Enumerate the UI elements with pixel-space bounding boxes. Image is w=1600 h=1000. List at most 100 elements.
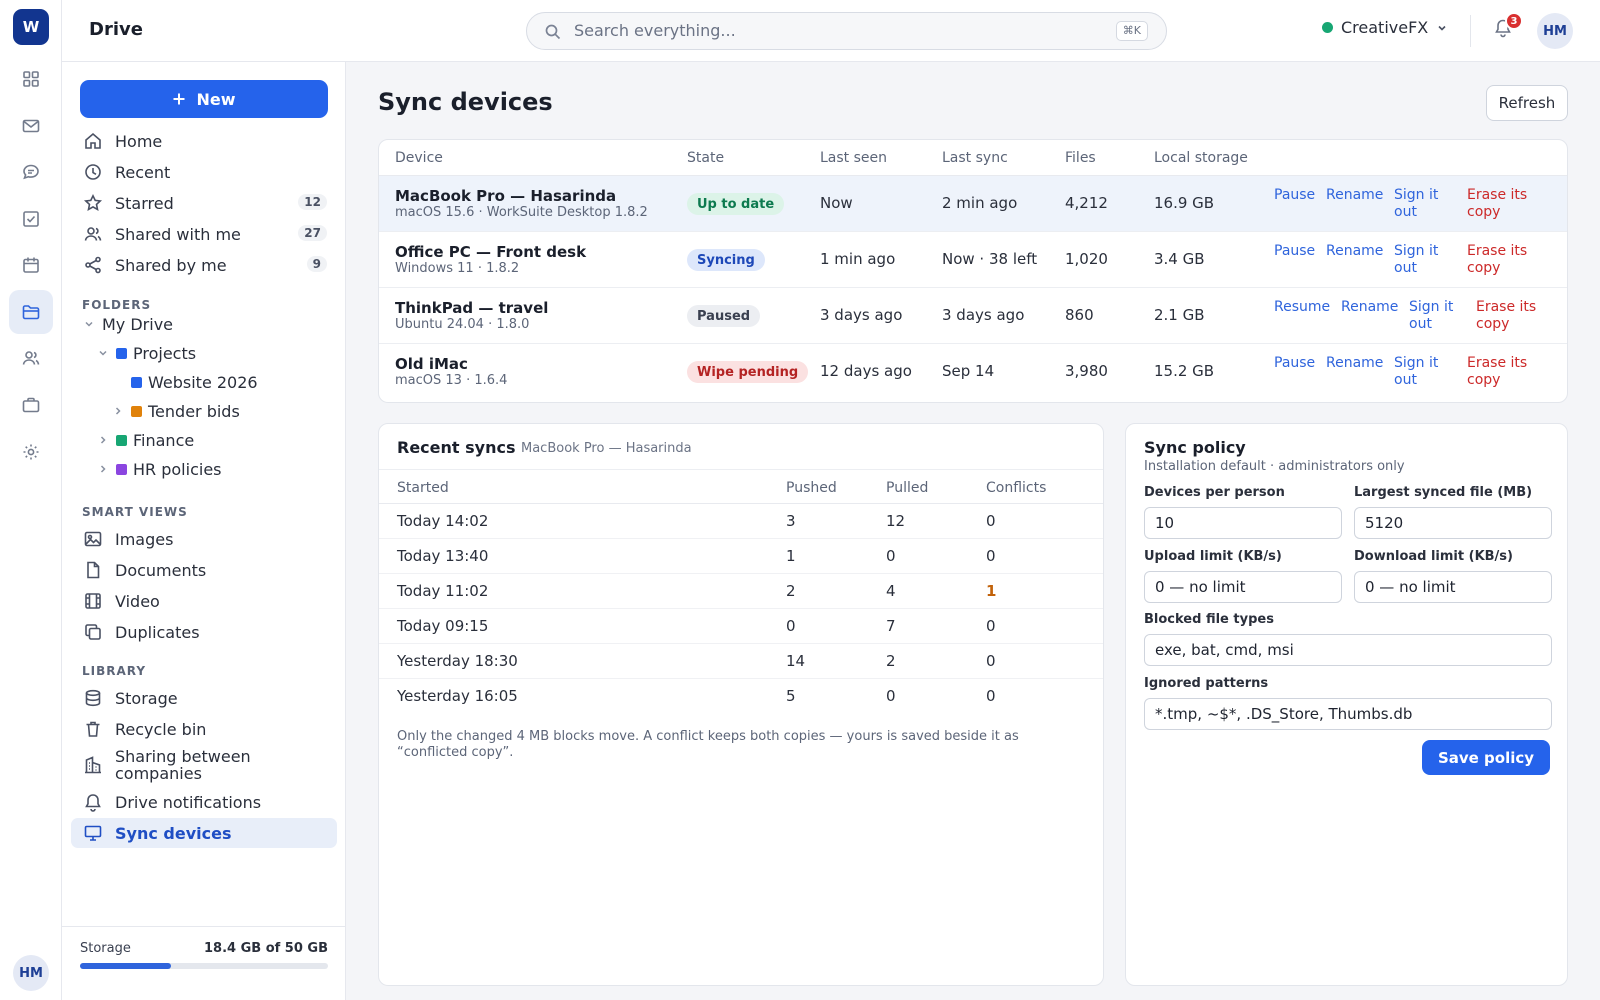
- rename-button[interactable]: Rename: [1326, 187, 1383, 204]
- sync-conflicts: 0: [986, 512, 996, 530]
- chevron-right-icon[interactable]: [111, 404, 125, 418]
- folder-website-2026[interactable]: Website 2026: [131, 370, 258, 394]
- search-icon: [544, 23, 562, 41]
- resume-button[interactable]: Resume: [1274, 299, 1330, 316]
- largest-file-field[interactable]: 5120: [1354, 507, 1552, 539]
- table-row: Today 14:02 3 12 0: [379, 504, 1103, 539]
- devices-per-person-field[interactable]: 10: [1144, 507, 1342, 539]
- pause-button[interactable]: Pause: [1274, 243, 1315, 260]
- count-badge: 9: [306, 256, 327, 272]
- sign-out-button[interactable]: Sign it out: [1394, 243, 1452, 277]
- chevron-right-icon[interactable]: [96, 433, 110, 447]
- table-header: Device State Last seen Last sync Files L…: [379, 140, 1567, 176]
- sidebar-item-duplicates[interactable]: Duplicates: [71, 617, 337, 647]
- pause-button[interactable]: Pause: [1274, 355, 1315, 372]
- search-input[interactable]: Search everything... ⌘K: [526, 12, 1167, 50]
- mail-icon[interactable]: [9, 104, 53, 148]
- rename-button[interactable]: Rename: [1326, 243, 1383, 260]
- table-row: Today 13:40 1 0 0: [379, 539, 1103, 574]
- save-policy-button[interactable]: Save policy: [1422, 740, 1550, 775]
- folder-finance[interactable]: Finance: [96, 428, 194, 452]
- chevron-down-icon[interactable]: [96, 346, 110, 360]
- calendar-icon[interactable]: [9, 243, 53, 287]
- settings-icon[interactable]: [9, 430, 53, 474]
- sidebar-item-label: Images: [115, 529, 174, 549]
- folder-icon[interactable]: [9, 290, 53, 334]
- sync-started: Today 09:15: [397, 617, 489, 635]
- sidebar-item-recycle-bin[interactable]: Recycle bin: [71, 714, 337, 744]
- folder-my-drive[interactable]: My Drive: [82, 312, 173, 336]
- device-subtitle: Ubuntu 24.04 · 1.8.0: [395, 317, 530, 332]
- sync-started: Today 11:02: [397, 582, 489, 600]
- sidebar-item-label: Drive notifications: [115, 792, 262, 812]
- erase-copy-button[interactable]: Erase its copy: [1467, 243, 1545, 277]
- sign-out-button[interactable]: Sign it out: [1394, 355, 1452, 389]
- upload-limit-field[interactable]: 0 — no limit: [1144, 571, 1342, 603]
- table-row[interactable]: ThinkPad — travel Ubuntu 24.04 · 1.8.0 P…: [379, 288, 1567, 344]
- sync-conflicts: 0: [986, 687, 996, 705]
- user-avatar[interactable]: HM: [1537, 13, 1573, 49]
- erase-copy-button[interactable]: Erase its copy: [1476, 299, 1554, 333]
- sync-conflicts: 0: [986, 547, 996, 565]
- sidebar-item-home[interactable]: Home: [71, 126, 337, 156]
- blocked-types-field[interactable]: exe, bat, cmd, msi: [1144, 634, 1552, 666]
- new-button-label: New: [196, 89, 236, 109]
- download-limit-field[interactable]: 0 — no limit: [1354, 571, 1552, 603]
- erase-copy-button[interactable]: Erase its copy: [1467, 187, 1545, 221]
- notifications-button[interactable]: 3: [1494, 12, 1523, 38]
- tasks-icon[interactable]: [9, 197, 53, 241]
- sidebar-item-label: Starred: [115, 193, 174, 213]
- chevron-right-icon[interactable]: [96, 462, 110, 476]
- sync-pulled: 12: [886, 512, 906, 530]
- users-icon: [83, 224, 103, 244]
- sidebar-item-label: Recycle bin: [115, 719, 207, 739]
- sidebar-item-sync-devices[interactable]: Sync devices: [71, 818, 337, 848]
- rename-button[interactable]: Rename: [1341, 299, 1398, 316]
- section-heading-smart-views: SMART VIEWS: [82, 505, 188, 519]
- storage-meter: Storage 18.4 GB of 50 GB: [62, 926, 346, 1000]
- sign-out-button[interactable]: Sign it out: [1394, 187, 1452, 221]
- erase-copy-button[interactable]: Erase its copy: [1467, 355, 1545, 389]
- sidebar-item-shared-with-me[interactable]: Shared with me 27: [71, 219, 337, 249]
- sidebar-item-images[interactable]: Images: [71, 524, 337, 554]
- share-icon: [83, 255, 103, 275]
- sync-pulled: 0: [886, 687, 896, 705]
- table-row[interactable]: Office PC — Front desk Windows 11 · 1.8.…: [379, 232, 1567, 288]
- last-sync: 2 min ago: [942, 194, 1018, 212]
- table-row[interactable]: Old iMac macOS 13 · 1.6.4 Wipe pending 1…: [379, 344, 1567, 400]
- app-rail: W HM: [0, 0, 62, 1000]
- folder-hr-policies[interactable]: HR policies: [96, 457, 222, 481]
- rename-button[interactable]: Rename: [1326, 355, 1383, 372]
- avatar[interactable]: HM: [13, 955, 49, 991]
- sync-note: Only the changed 4 MB blocks move. A con…: [397, 729, 1019, 760]
- pause-button[interactable]: Pause: [1274, 187, 1315, 204]
- new-button[interactable]: New: [80, 80, 328, 118]
- top-bar: Drive Search everything... ⌘K CreativeFX…: [62, 0, 1600, 62]
- ignored-patterns-field[interactable]: *.tmp, ~$*, .DS_Store, Thumbs.db: [1144, 698, 1552, 730]
- refresh-button[interactable]: Refresh: [1486, 85, 1568, 121]
- org-switcher[interactable]: CreativeFX: [1322, 18, 1448, 37]
- sign-out-button[interactable]: Sign it out: [1409, 299, 1467, 333]
- people-icon[interactable]: [9, 336, 53, 380]
- devices-per-person-label: Devices per person: [1144, 485, 1285, 500]
- sidebar-item-shared-by-me[interactable]: Shared by me 9: [71, 250, 337, 280]
- briefcase-icon[interactable]: [9, 383, 53, 427]
- app-logo[interactable]: W: [13, 9, 49, 45]
- local-storage: 16.9 GB: [1154, 194, 1215, 212]
- grid-icon[interactable]: [9, 57, 53, 101]
- sidebar-item-video[interactable]: Video: [71, 586, 337, 616]
- sidebar-item-storage[interactable]: Storage: [71, 683, 337, 713]
- folder-label: Website 2026: [148, 372, 258, 392]
- sidebar-item-sharing-between-companies[interactable]: Sharing between companies: [71, 745, 337, 785]
- sidebar-item-starred[interactable]: Starred 12: [71, 188, 337, 218]
- sidebar-item-drive-notifications[interactable]: Drive notifications: [71, 787, 337, 817]
- chat-icon[interactable]: [9, 150, 53, 194]
- folder-color-swatch: [116, 347, 127, 359]
- sidebar-item-recent[interactable]: Recent: [71, 157, 337, 187]
- folder-tender-bids[interactable]: Tender bids: [111, 399, 240, 423]
- folder-projects[interactable]: Projects: [96, 341, 196, 365]
- last-sync: Sep 14: [942, 362, 995, 380]
- chevron-down-icon[interactable]: [82, 317, 96, 331]
- sidebar-item-documents[interactable]: Documents: [71, 555, 337, 585]
- table-row[interactable]: MacBook Pro — Hasarinda macOS 15.6 · Wor…: [379, 176, 1567, 232]
